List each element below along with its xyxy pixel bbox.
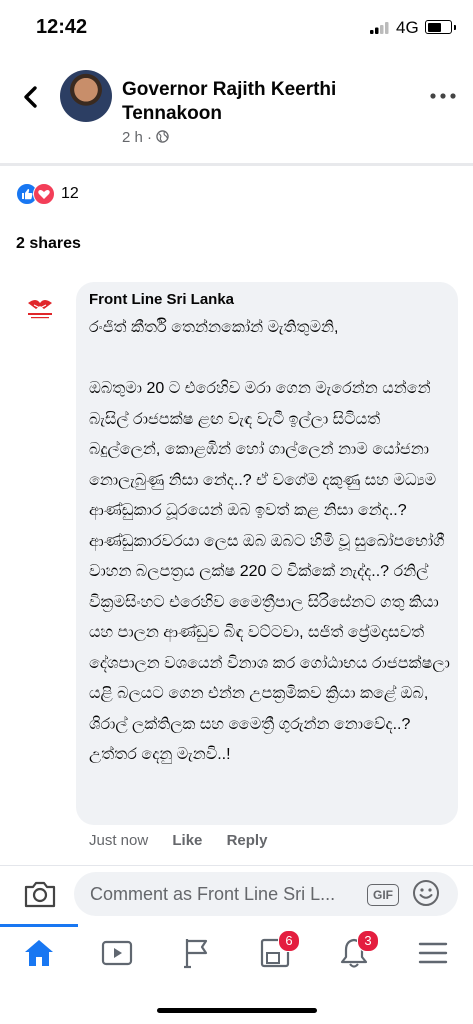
tab-watch[interactable] [78, 924, 156, 986]
share-count[interactable]: 2 shares [16, 235, 81, 253]
home-indicator [157, 1008, 317, 1013]
bottom-tab-bar: 6 3 [0, 924, 473, 986]
tab-notifications[interactable]: 3 [315, 924, 393, 986]
header-divider [0, 163, 473, 166]
notifications-badge: 3 [357, 930, 379, 952]
reaction-count: 12 [61, 185, 79, 202]
commenter-avatar[interactable] [22, 293, 58, 329]
tab-groups[interactable]: 6 [236, 924, 314, 986]
gif-button[interactable]: GIF [367, 884, 399, 906]
groups-badge: 6 [278, 930, 300, 952]
camera-icon[interactable] [22, 878, 58, 910]
comment-reply-button[interactable]: Reply [227, 832, 268, 849]
tab-home[interactable] [0, 924, 78, 986]
status-bar: 12:42 4G [0, 0, 473, 58]
comment-actions: Just now Like Reply [89, 832, 287, 849]
comment-composer: GIF [0, 865, 473, 924]
globe-icon [156, 130, 169, 143]
pages-icon [184, 939, 208, 969]
comment-input-box[interactable]: GIF [74, 872, 458, 916]
menu-icon [418, 942, 448, 964]
post-time: 2 h · [122, 129, 153, 146]
more-icon[interactable] [428, 88, 458, 104]
comment-input[interactable] [90, 872, 370, 916]
back-icon[interactable] [16, 80, 46, 114]
post-header: Governor Rajith Keerthi Tennakoon 2 h · [0, 58, 473, 164]
signal-icon [370, 22, 389, 34]
post-meta: 2 h · [122, 129, 169, 146]
post-author-name[interactable]: Governor Rajith Keerthi Tennakoon [122, 78, 382, 126]
home-icon [25, 940, 53, 966]
battery-icon [425, 20, 456, 34]
watch-icon [101, 940, 133, 966]
author-avatar[interactable] [60, 70, 112, 122]
tab-pages[interactable] [157, 924, 235, 986]
comment-text: රංජිත් කීර්ති තෙන්නකෝන් මැතිතුමනි, ඔබතුම… [89, 319, 450, 763]
tab-menu[interactable] [394, 924, 472, 986]
network-label: 4G [396, 18, 419, 37]
love-reaction-icon [33, 183, 55, 205]
comment-time: Just now [89, 832, 149, 849]
emoji-icon[interactable] [412, 879, 440, 907]
comment-like-button[interactable]: Like [172, 832, 202, 849]
status-time: 12:42 [36, 16, 88, 38]
comment-author[interactable]: Front Line Sri Lanka [89, 291, 234, 308]
